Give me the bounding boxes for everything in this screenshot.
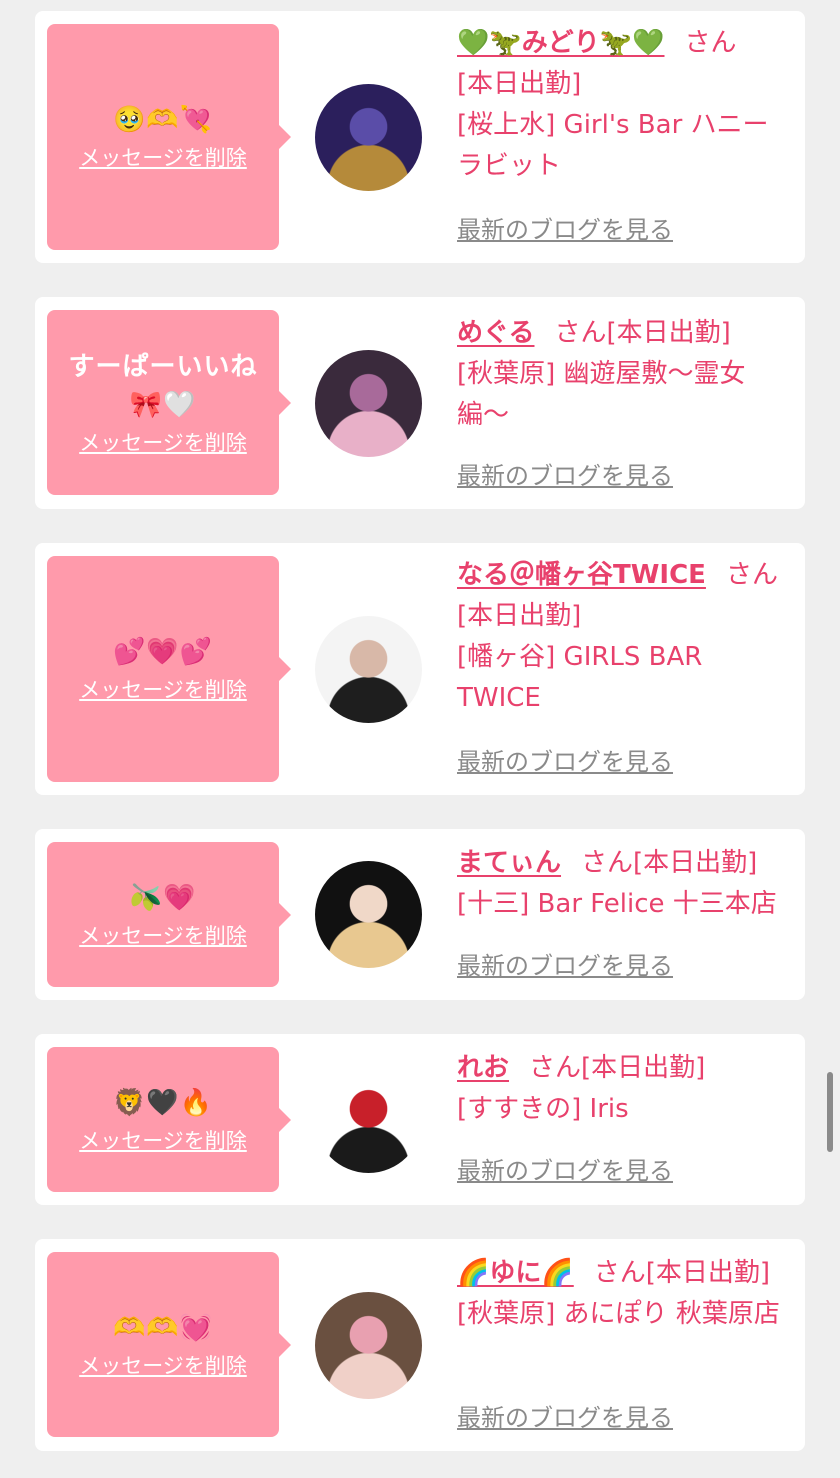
cast-info: 💚🦖みどり🦖💚 さん [本日出勤] [桜上水] Girl's Bar ハニーラビッ… [457,23,791,187]
latest-blog-link[interactable]: 最新のブログを見る [457,213,673,247]
shop-name: [秋葉原] 幽遊屋敷〜霊女編〜 [457,359,746,430]
shop-name: [秋葉原] あにぽり 秋葉原店 [457,1299,780,1329]
latest-blog-link[interactable]: 最新のブログを見る [457,459,673,493]
avatar[interactable] [315,350,422,457]
cast-name-link[interactable]: 💚🦖みどり🦖💚 [457,28,665,58]
cast-name-link[interactable]: なる＠幡ヶ谷TWICE [457,560,706,590]
latest-blog-link[interactable]: 最新のブログを見る [457,745,673,779]
honorific: さん [554,318,607,348]
shift-status: [本日出勤] [645,1258,771,1288]
honorific: さん [593,1258,646,1288]
honorific: さん [529,1053,582,1083]
cast-info: 🌈ゆに🌈 さん[本日出勤] [秋葉原] あにぽり 秋葉原店 [457,1253,791,1335]
message-text: 🫶🫶💓 [112,1312,214,1343]
favorites-list: 🥹🫶💘 メッセージを削除 💚🦖みどり🦖💚 さん [本日出勤] [桜上水] Girl… [0,0,840,1478]
delete-message-link[interactable]: メッセージを削除 [79,428,247,458]
cast-name-link[interactable]: れお [457,1053,509,1083]
delete-message-link[interactable]: メッセージを削除 [79,1351,247,1381]
message-bubble: 🦁🖤🔥 メッセージを削除 [47,1047,291,1192]
scrollbar-thumb[interactable] [827,1072,833,1152]
shift-status: [本日出勤] [633,848,758,878]
delete-message-link[interactable]: メッセージを削除 [79,1126,247,1156]
message-text: すーぱーいいね🎀🤍 [68,351,258,420]
message-bubble: 🫒💗 メッセージを削除 [47,842,291,987]
honorific: さん [581,848,634,878]
message-text: 💕💗💕 [112,637,214,667]
list-item: 🫶🫶💓 メッセージを削除 🌈ゆに🌈 さん[本日出勤] [秋葉原] あにぽり 秋葉原… [35,1239,805,1451]
list-item: 🦁🖤🔥 メッセージを削除 れお さん[本日出勤] [すすきの] Iris 最新のブ… [35,1034,805,1205]
cast-info: れお さん[本日出勤] [すすきの] Iris [457,1048,791,1130]
cast-name-link[interactable]: まてぃん [457,848,561,878]
shift-status: [本日出勤] [581,1053,706,1083]
shift-status: [本日出勤] [457,601,582,631]
delete-message-link[interactable]: メッセージを削除 [79,143,247,173]
cast-info: めぐる さん[本日出勤] [秋葉原] 幽遊屋敷〜霊女編〜 [457,313,791,436]
delete-message-link[interactable]: メッセージを削除 [79,675,247,705]
message-bubble: すーぱーいいね🎀🤍 メッセージを削除 [47,310,291,495]
latest-blog-link[interactable]: 最新のブログを見る [457,1154,673,1188]
honorific: さん [725,560,778,590]
message-bubble: 💕💗💕 メッセージを削除 [47,556,291,782]
message-bubble: 🫶🫶💓 メッセージを削除 [47,1252,291,1437]
avatar[interactable] [315,1292,422,1399]
message-text: 🥹🫶💘 [112,105,214,135]
list-item: 💕💗💕 メッセージを削除 なる＠幡ヶ谷TWICE さん [本日出勤] [幡ヶ谷] … [35,543,805,795]
avatar[interactable] [315,861,422,968]
shop-name: [幡ヶ谷] GIRLS BAR TWICE [457,642,703,713]
cast-info: まてぃん さん[本日出勤] [十三] Bar Felice 十三本店 [457,843,791,925]
cast-info: なる＠幡ヶ谷TWICE さん [本日出勤] [幡ヶ谷] GIRLS BAR TWI… [457,555,791,719]
shop-name: [十三] Bar Felice 十三本店 [457,889,777,919]
list-item: すーぱーいいね🎀🤍 メッセージを削除 めぐる さん[本日出勤] [秋葉原] 幽遊屋… [35,297,805,509]
avatar[interactable] [315,84,422,191]
list-item: 🫒💗 メッセージを削除 まてぃん さん[本日出勤] [十三] Bar Felice… [35,829,805,1000]
avatar[interactable] [315,1066,422,1173]
message-bubble: 🥹🫶💘 メッセージを削除 [47,24,291,250]
delete-message-link[interactable]: メッセージを削除 [79,921,247,951]
message-text: 🫒💗 [129,882,197,913]
latest-blog-link[interactable]: 最新のブログを見る [457,949,673,983]
honorific: さん [684,28,737,58]
shop-name: [すすきの] Iris [457,1094,629,1124]
shift-status: [本日出勤] [457,69,582,99]
message-text: 🦁🖤🔥 [112,1087,214,1118]
cast-name-link[interactable]: めぐる [457,318,534,348]
latest-blog-link[interactable]: 最新のブログを見る [457,1401,673,1435]
shift-status: [本日出勤] [606,318,731,348]
shop-name: [桜上水] Girl's Bar ハニーラビット [457,110,769,181]
avatar[interactable] [315,616,422,723]
list-item: 🥹🫶💘 メッセージを削除 💚🦖みどり🦖💚 さん [本日出勤] [桜上水] Girl… [35,11,805,263]
cast-name-link[interactable]: 🌈ゆに🌈 [457,1258,574,1288]
